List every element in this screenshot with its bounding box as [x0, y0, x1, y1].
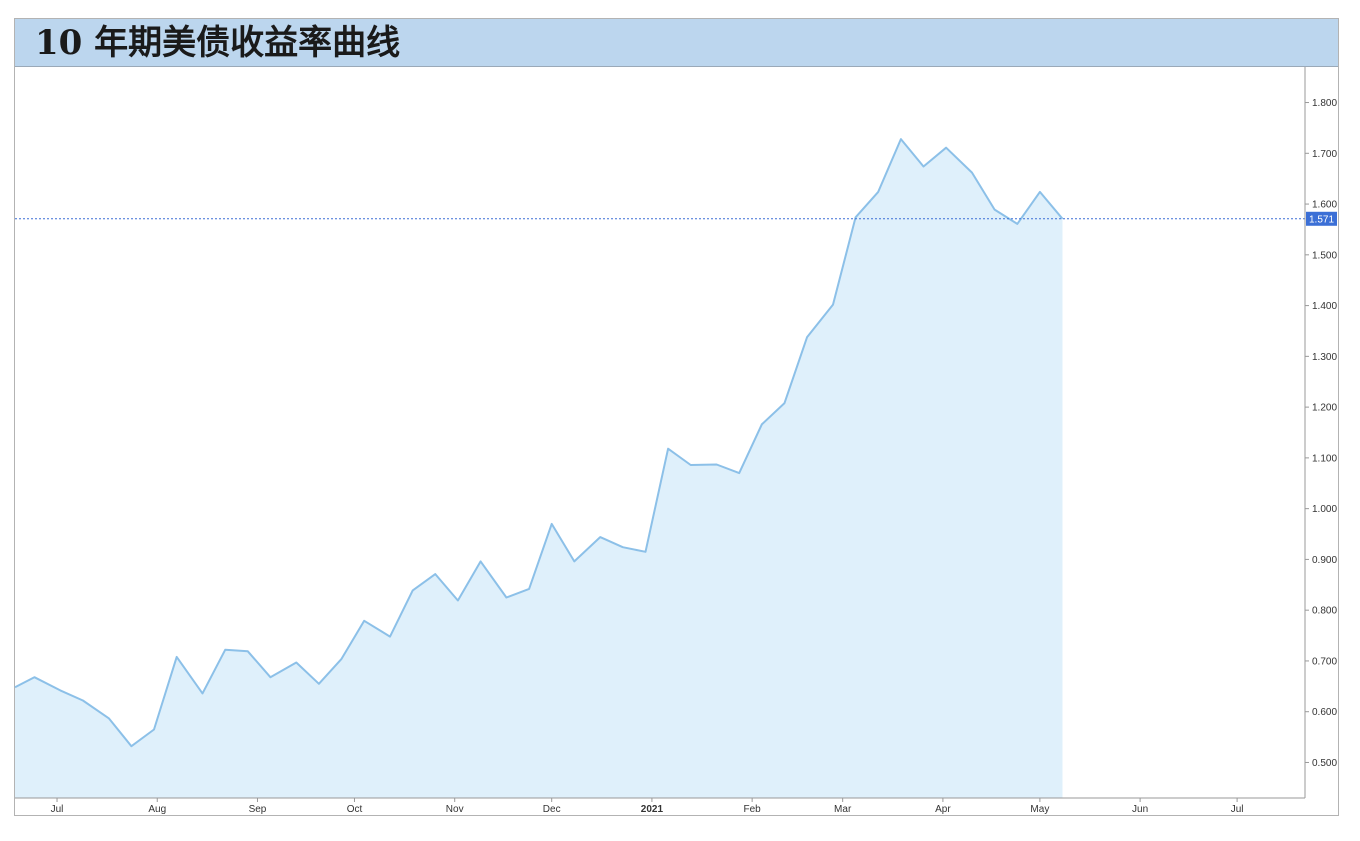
y-tick-label: 1.200 [1312, 403, 1337, 414]
x-tick-label: Apr [935, 804, 951, 815]
series-area [15, 139, 1063, 799]
y-tick-label: 1.600 [1312, 200, 1337, 211]
y-tick-label: 1.800 [1312, 98, 1337, 109]
y-tick-label: 1.500 [1312, 250, 1337, 261]
x-tick-label: Jun [1132, 804, 1148, 815]
x-tick-label: Nov [446, 804, 464, 815]
yield-chart[interactable]: 0.500 0.600 0.700 0.800 0.900 1.000 1.100 1.200… [0, 0, 1360, 841]
plot-area [14, 138, 1305, 799]
y-tick-label: 1.300 [1312, 352, 1337, 363]
x-tick-label: Jul [51, 804, 64, 815]
x-tick-label: May [1030, 804, 1049, 815]
y-tick-label: 0.600 [1312, 707, 1337, 718]
y-tick-label: 0.500 [1312, 758, 1337, 769]
x-tick-label: Aug [148, 804, 166, 815]
x-tick-label: Sep [249, 804, 267, 815]
current-value-label: 1.571 [1309, 214, 1334, 225]
y-tick-label: 0.700 [1312, 656, 1337, 667]
y-tick-label: 0.900 [1312, 555, 1337, 566]
y-tick-label: 1.400 [1312, 301, 1337, 312]
y-tick-label: 0.800 [1312, 606, 1337, 617]
x-tick-label: Mar [834, 804, 852, 815]
y-tick-label: 1.700 [1312, 149, 1337, 160]
x-tick-label: Oct [347, 804, 363, 815]
x-tick-label: Dec [543, 804, 561, 815]
y-tick-label: 1.100 [1312, 453, 1337, 464]
x-tick-label: Feb [744, 804, 762, 815]
x-tick-label: 2021 [641, 804, 664, 815]
y-tick-label: 1.000 [1312, 504, 1337, 515]
x-tick-label: Jul [1231, 804, 1244, 815]
